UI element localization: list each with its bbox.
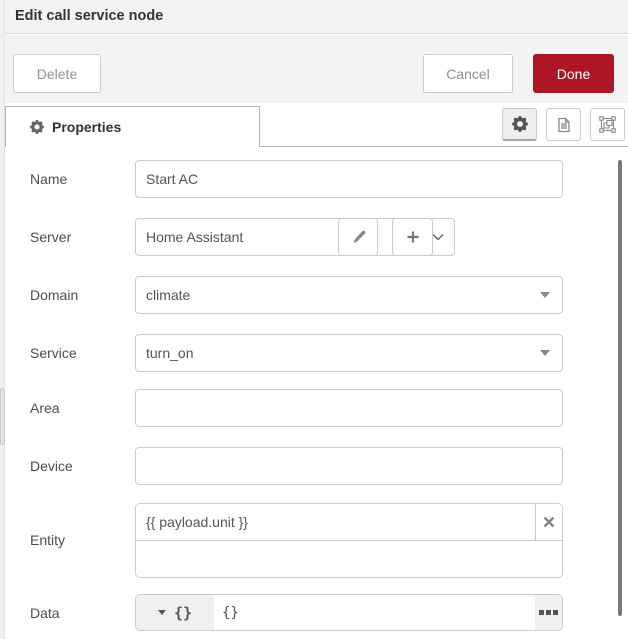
pencil-icon (351, 230, 366, 245)
server-label: Server (30, 218, 71, 256)
tray-toolbar: Delete Cancel Done (5, 35, 628, 103)
entity-item (136, 504, 562, 541)
chevron-down-icon (432, 233, 444, 241)
entity-list (135, 503, 563, 578)
caret-down-icon[interactable] (540, 292, 550, 298)
description-button[interactable] (546, 108, 581, 141)
delete-button[interactable]: Delete (13, 54, 101, 93)
entity-input-empty[interactable] (136, 541, 562, 578)
caret-down-icon (158, 610, 166, 615)
gear-icon (512, 116, 528, 132)
expand-editor-button[interactable] (535, 595, 562, 630)
tab-properties-label: Properties (52, 119, 121, 135)
done-button[interactable]: Done (533, 54, 614, 93)
remove-entity-button[interactable] (535, 504, 562, 540)
properties-gear-button[interactable] (502, 108, 537, 141)
selection-frame-icon (599, 116, 616, 133)
data-type-selector[interactable]: {} (136, 595, 214, 630)
device-input[interactable] (135, 447, 563, 485)
name-input[interactable] (135, 160, 563, 198)
area-input[interactable] (135, 389, 563, 427)
server-select-value: Home Assistant (146, 229, 243, 245)
name-label: Name (30, 160, 67, 198)
dialog-title: Edit call service node (5, 0, 628, 33)
properties-form: Name Server Home Assistant Domain (5, 147, 628, 639)
appearance-button[interactable] (590, 108, 625, 141)
entity-input[interactable] (136, 504, 535, 540)
domain-input[interactable] (136, 287, 540, 303)
plus-icon (406, 230, 420, 244)
area-label: Area (30, 389, 60, 427)
data-label: Data (30, 594, 60, 632)
tray-resize-bar[interactable] (0, 0, 5, 639)
service-label: Service (30, 334, 77, 372)
device-label: Device (30, 447, 73, 485)
ellipsis-icon (546, 610, 551, 615)
json-type-icon: {} (174, 604, 192, 622)
ellipsis-icon (553, 610, 558, 615)
close-x-icon (543, 516, 555, 528)
entity-label: Entity (30, 503, 65, 578)
domain-label: Domain (30, 276, 78, 314)
tab-bar: Properties (5, 103, 628, 147)
add-server-button[interactable] (392, 218, 433, 256)
tray-resize-handle[interactable] (0, 388, 5, 445)
tray-header: Edit call service node (5, 0, 628, 34)
data-typed-input: {} (135, 594, 563, 631)
cancel-button[interactable]: Cancel (423, 54, 513, 93)
service-input[interactable] (136, 345, 540, 361)
tab-properties[interactable]: Properties (5, 106, 260, 147)
caret-down-icon[interactable] (540, 350, 550, 356)
edit-server-button[interactable] (338, 218, 378, 256)
form-scrollbar[interactable] (618, 160, 622, 616)
ellipsis-icon (539, 610, 544, 615)
entity-item-empty (136, 541, 562, 578)
data-value-input[interactable] (214, 595, 535, 630)
document-icon (556, 117, 572, 133)
gear-icon (30, 120, 44, 134)
